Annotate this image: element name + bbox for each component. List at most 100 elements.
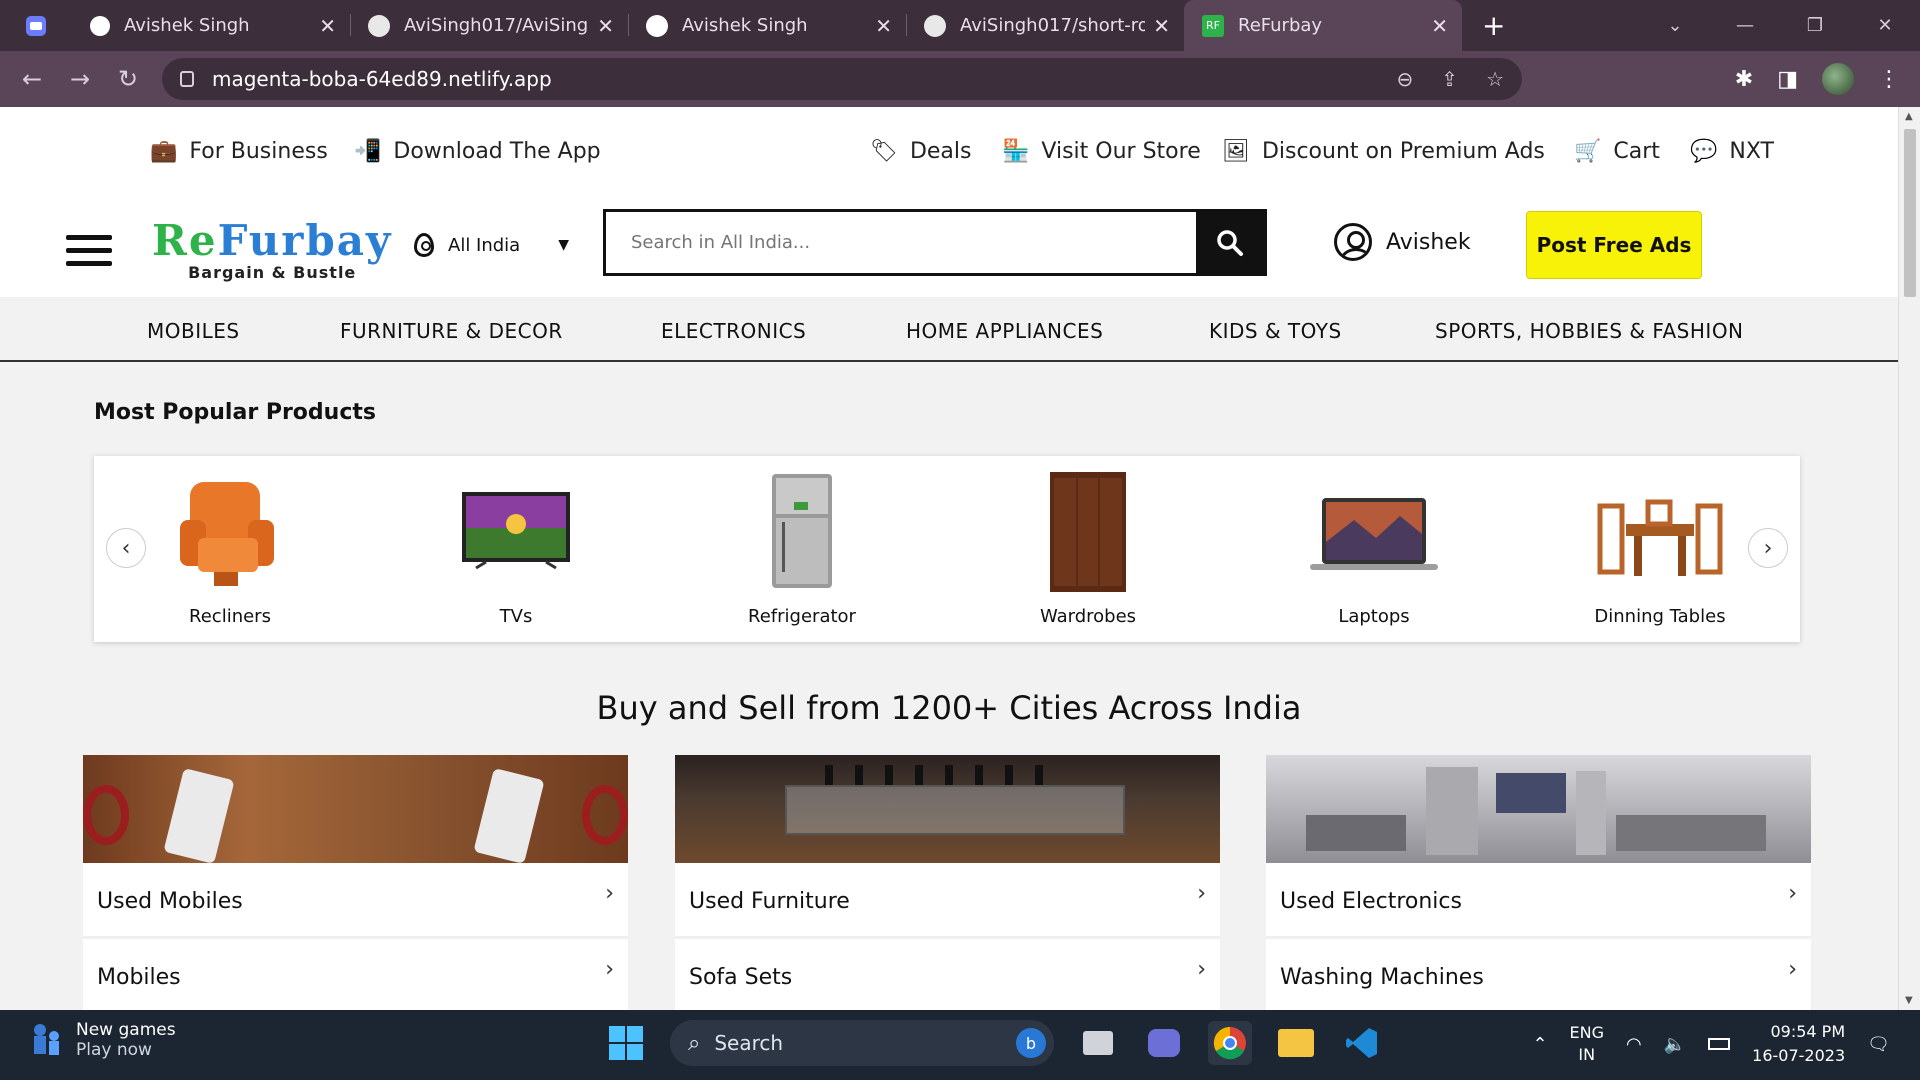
product-wardrobes[interactable]: Wardrobes	[988, 472, 1188, 627]
link-used-mobiles[interactable]: Used Mobiles ›	[83, 867, 628, 939]
scroll-down-icon[interactable]: ▼	[1905, 995, 1913, 1006]
for-business-label: For Business	[189, 139, 328, 164]
cart-link[interactable]: 🛒 Cart	[1574, 139, 1660, 164]
location-select[interactable]: All India ▼	[414, 233, 569, 257]
close-icon[interactable]: ✕	[1431, 14, 1448, 38]
teams-chat-icon[interactable]	[1142, 1021, 1186, 1065]
file-explorer-icon[interactable]	[1274, 1021, 1318, 1065]
nav-furniture-decor[interactable]: FURNITURE & DECOR	[340, 319, 563, 343]
row-label: Washing Machines	[1280, 965, 1484, 990]
clock[interactable]: 09:54 PM 16-07-2023	[1752, 1020, 1845, 1068]
windows-taskbar: New games Play now ⌕ Search b ⌃ ENG IN ◠…	[0, 1010, 1920, 1080]
for-business-link[interactable]: 💼 For Business	[150, 139, 328, 164]
taskbar-search[interactable]: ⌕ Search b	[670, 1020, 1054, 1066]
battery-icon[interactable]	[1708, 1038, 1731, 1050]
notification-icon[interactable]: 🗨	[1867, 1034, 1890, 1055]
search-button[interactable]	[1196, 212, 1264, 273]
zoom-icon[interactable]: ⊖	[1397, 67, 1414, 91]
close-window-icon[interactable]: ✕	[1850, 15, 1920, 36]
site-logo[interactable]: ReFurbay Bargain & Bustle	[152, 219, 392, 283]
address-bar[interactable]: magenta-boba-64ed89.netlify.app ⊖ ⇪ ☆	[162, 58, 1522, 100]
row-label: Sofa Sets	[689, 965, 793, 990]
scroll-up-icon[interactable]: ▲	[1905, 111, 1913, 122]
wifi-icon[interactable]: ◠	[1626, 1034, 1642, 1055]
window-controls: ⌄ — ❐ ✕	[1640, 0, 1920, 51]
close-icon[interactable]: ✕	[1153, 14, 1170, 38]
hamburger-menu-icon[interactable]	[66, 235, 112, 274]
close-icon[interactable]: ✕	[319, 14, 336, 38]
minimize-icon[interactable]: —	[1710, 15, 1780, 36]
product-label: Refrigerator	[748, 606, 856, 627]
new-tab-button[interactable]: +	[1482, 9, 1505, 42]
web-page: 💼 For Business 📲 Download The App 🏷 Deal…	[0, 107, 1898, 1010]
discount-label: Discount on Premium Ads	[1261, 139, 1545, 164]
app-launcher-icon[interactable]	[0, 0, 72, 51]
user-account[interactable]: Avishek	[1334, 223, 1471, 261]
link-sofa-sets[interactable]: Sofa Sets ›	[675, 943, 1220, 1010]
close-icon[interactable]: ✕	[875, 14, 892, 38]
vscode-icon[interactable]	[1340, 1021, 1384, 1065]
nav-electronics[interactable]: ELECTRONICS	[661, 319, 806, 343]
refurbay-favicon: RF	[1202, 14, 1224, 37]
nxt-label: NXT	[1729, 139, 1774, 164]
share-icon[interactable]: ⇪	[1441, 67, 1458, 91]
restore-icon[interactable]: ❐	[1780, 15, 1850, 36]
chess-icon	[34, 1024, 59, 1055]
task-view-icon[interactable]	[1076, 1021, 1120, 1065]
tab-3[interactable]: Avishek Singh ✕	[628, 0, 906, 51]
product-laptops[interactable]: Laptops	[1274, 472, 1474, 627]
tab-4[interactable]: AviSingh017/short-rod ✕	[906, 0, 1184, 51]
chrome-icon[interactable]	[1208, 1021, 1252, 1065]
nav-kids-toys[interactable]: KIDS & TOYS	[1209, 319, 1342, 343]
side-panel-icon[interactable]: ◨	[1777, 67, 1798, 92]
lock-icon[interactable]	[180, 71, 194, 87]
nav-home-appliances[interactable]: HOME APPLIANCES	[906, 319, 1103, 343]
menu-kebab-icon[interactable]: ⋮	[1878, 67, 1900, 92]
forward-icon[interactable]: →	[56, 65, 104, 93]
product-tvs[interactable]: TVs	[416, 472, 616, 627]
games-widget[interactable]: New games Play now	[28, 1020, 176, 1060]
browser-tab-strip: Avishek Singh ✕ AviSingh017/AviSingh017 …	[0, 0, 1920, 51]
deals-link[interactable]: 🏷 Deals	[870, 139, 971, 164]
product-recliners[interactable]: Recliners	[130, 472, 330, 627]
close-icon[interactable]: ✕	[597, 14, 614, 38]
link-used-furniture[interactable]: Used Furniture ›	[675, 867, 1220, 939]
location-pin-icon	[414, 233, 434, 257]
popular-products-title: Most Popular Products	[94, 400, 376, 425]
link-used-electronics[interactable]: Used Electronics ›	[1266, 867, 1811, 939]
product-dinning-tables[interactable]: Dinning Tables	[1560, 472, 1760, 627]
page-scrollbar[interactable]: ▲ ▼	[1898, 107, 1920, 1010]
extensions-icon[interactable]: ✱	[1735, 67, 1753, 92]
nxt-link[interactable]: 💬 NXT	[1690, 139, 1774, 164]
bing-icon[interactable]: b	[1016, 1028, 1046, 1058]
post-free-ads-button[interactable]: Post Free Ads	[1526, 211, 1702, 279]
bookmark-star-icon[interactable]: ☆	[1486, 67, 1504, 91]
download-app-link[interactable]: 📲 Download The App	[354, 139, 601, 164]
tab-2[interactable]: AviSingh017/AviSingh017 ✕	[350, 0, 628, 51]
visit-store-link[interactable]: 🏪 Visit Our Store	[1002, 139, 1201, 164]
cart-icon: 🛒	[1574, 139, 1602, 164]
deals-label: Deals	[909, 139, 972, 164]
tab-search-icon[interactable]: ⌄	[1640, 15, 1710, 36]
search-input[interactable]	[606, 212, 1196, 273]
volume-icon[interactable]: 🔈	[1664, 1034, 1686, 1055]
scroll-thumb[interactable]	[1904, 129, 1916, 297]
card-furniture: Used Furniture › Sofa Sets ›	[675, 755, 1220, 1010]
tab-1[interactable]: Avishek Singh ✕	[72, 0, 350, 51]
link-washing-machines[interactable]: Washing Machines ›	[1266, 943, 1811, 1010]
user-name: Avishek	[1386, 229, 1471, 255]
profile-avatar[interactable]	[1822, 63, 1854, 95]
chevron-up-icon[interactable]: ⌃	[1532, 1034, 1547, 1055]
product-refrigerator[interactable]: Refrigerator	[702, 472, 902, 627]
chat-icon: 💬	[1690, 139, 1718, 164]
back-icon[interactable]: ←	[8, 65, 56, 93]
reload-icon[interactable]: ↻	[104, 65, 152, 93]
windows-start-icon[interactable]	[604, 1021, 648, 1065]
popular-products-carousel: ‹ › Recliners TVs Refrigerator Wardrobes	[94, 456, 1800, 642]
nav-sports-hobbies-fashion[interactable]: SPORTS, HOBBIES & FASHION	[1435, 319, 1744, 343]
nav-mobiles[interactable]: MOBILES	[147, 319, 240, 343]
link-mobiles[interactable]: Mobiles ›	[83, 943, 628, 1010]
language-indicator[interactable]: ENG IN	[1570, 1022, 1604, 1066]
discount-link[interactable]: 🖼 Discount on Premium Ads	[1222, 139, 1545, 164]
tab-5-active[interactable]: RF ReFurbay ✕	[1184, 0, 1462, 51]
